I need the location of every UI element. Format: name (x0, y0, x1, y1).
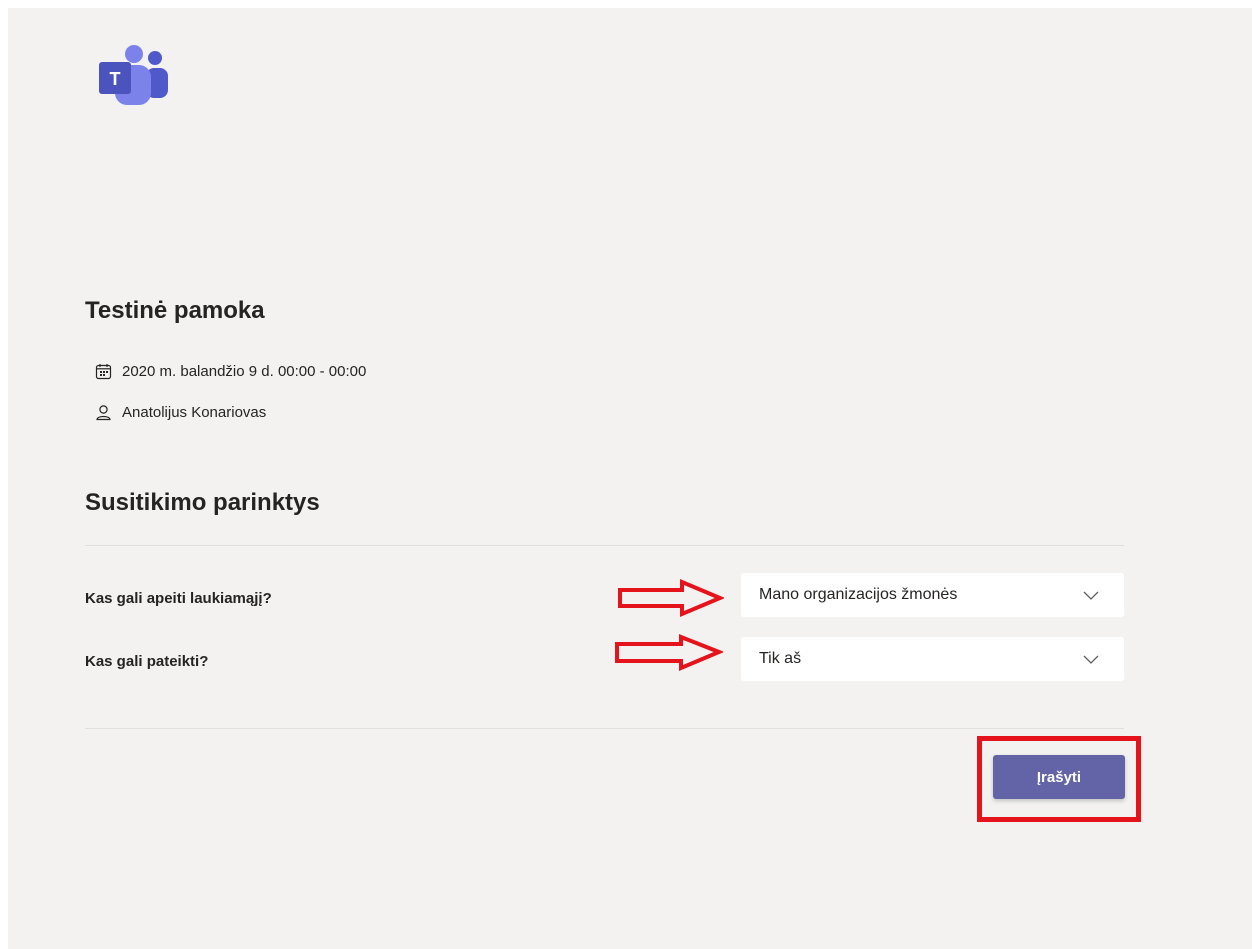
meeting-datetime-row: 2020 m. balandžio 9 d. 00:00 - 00:00 (95, 363, 366, 380)
lobby-bypass-label: Kas gali apeiti laukiamąjį? (85, 590, 272, 607)
annotation-highlight-box (977, 736, 1141, 822)
presenter-label: Kas gali pateikti? (85, 653, 209, 670)
lobby-bypass-select[interactable]: Mano organizacijos žmonės (741, 573, 1124, 617)
presenter-select[interactable]: Tik aš (741, 637, 1124, 681)
chevron-down-icon (1083, 655, 1099, 664)
lobby-bypass-value: Mano organizacijos žmonės (759, 586, 958, 603)
chevron-down-icon (1083, 591, 1099, 600)
section-title: Susitikimo parinktys (85, 489, 320, 516)
person-icon (96, 405, 111, 421)
svg-text:T: T (110, 69, 121, 89)
calendar-icon (95, 364, 112, 380)
divider (85, 545, 1124, 546)
teams-logo-icon: T (99, 45, 168, 105)
meeting-organizer-row: Anatolijus Konariovas (95, 404, 266, 421)
divider (85, 728, 1124, 729)
meeting-title: Testinė pamoka (85, 297, 265, 324)
presenter-value: Tik aš (759, 650, 802, 667)
meeting-datetime: 2020 m. balandžio 9 d. 00:00 - 00:00 (122, 363, 367, 380)
meeting-organizer: Anatolijus Konariovas (122, 404, 267, 421)
